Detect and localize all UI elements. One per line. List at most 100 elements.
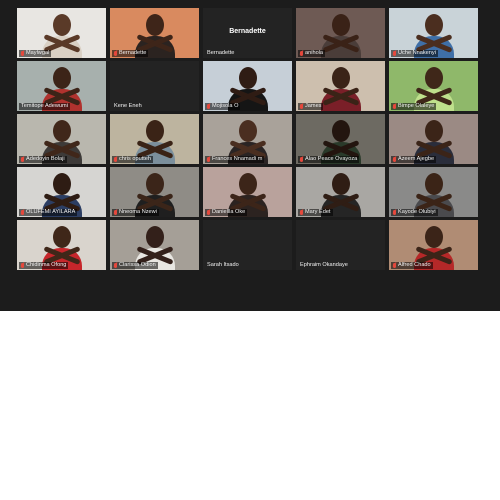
participant-tile-adedoyin-bolaji[interactable]: Adedoyin Bolaji	[17, 114, 106, 164]
participant-tile-chidinma-ofong[interactable]: Chidinma Ofong	[17, 220, 106, 270]
participant-name-tag: Alao Peace Ovayoza	[298, 156, 360, 163]
participant-name-tag: Bernadette	[205, 50, 236, 57]
crossed-arms-gesture	[39, 246, 85, 265]
participant-name-tag: Clarissa Odion	[112, 262, 158, 269]
muted-mic-icon	[114, 263, 117, 268]
participant-tile-bernadette[interactable]: Bernadette Bernadette	[203, 8, 292, 58]
participant-name: anihola	[305, 50, 324, 56]
crossed-arms-gesture	[411, 34, 457, 53]
participant-tile-mojisola-o[interactable]: Mojisola O	[203, 61, 292, 111]
crossed-arms-gesture	[132, 193, 178, 212]
participant-name-tag: OLUFEMI AYILARA	[19, 209, 78, 216]
muted-mic-icon	[393, 51, 396, 56]
muted-mic-icon	[21, 51, 24, 56]
crossed-arms-gesture	[318, 34, 364, 53]
muted-mic-icon	[114, 157, 117, 162]
crossed-arms-gesture	[318, 193, 364, 212]
participant-tile-bernadette[interactable]: Bernadette	[110, 8, 199, 58]
muted-mic-icon	[300, 104, 303, 109]
muted-mic-icon	[300, 157, 303, 162]
participant-name-tag: Bernadette	[112, 50, 149, 57]
participant-tile-bimpe-olaleye[interactable]: Bimpe Olaleye	[389, 61, 478, 111]
muted-mic-icon	[21, 263, 24, 268]
participant-name: Temitope Adewumi	[21, 103, 68, 109]
muted-mic-icon	[21, 210, 24, 215]
crossed-arms-gesture	[39, 87, 85, 106]
meeting-window: Maylwgal Bernadette Bernadette Bernadette an…	[0, 0, 500, 311]
participant-tile-mary-edet[interactable]: Mary Edet	[296, 167, 385, 217]
crossed-arms-gesture	[225, 140, 271, 159]
crossed-arms-gesture	[132, 246, 178, 265]
participant-name: Adedoyin Bolaji	[26, 156, 65, 162]
muted-mic-icon	[207, 104, 210, 109]
participant-name: Nneoma Nzewi	[119, 209, 157, 215]
participant-tile-sarah-itsado[interactable]: Sarah Itsado	[203, 220, 292, 270]
participant-center-name: Bernadette	[229, 28, 266, 35]
participant-name: Ephraim Okandaye	[300, 262, 348, 268]
participant-name-tag: Temitope Adewumi	[19, 103, 70, 110]
participant-name: Uche Nnakenyi	[398, 50, 436, 56]
participant-name: Frances Nnamadi m	[212, 156, 263, 162]
muted-mic-icon	[300, 51, 303, 56]
crossed-arms-gesture	[411, 193, 457, 212]
participant-tile-alao-peace-ovayoza[interactable]: Alao Peace Ovayoza	[296, 114, 385, 164]
gallery-view: Maylwgal Bernadette Bernadette Bernadette an…	[17, 8, 478, 270]
crossed-arms-gesture	[39, 140, 85, 159]
muted-mic-icon	[393, 263, 396, 268]
participant-tile-nneoma-nzewi[interactable]: Nneoma Nzewi	[110, 167, 199, 217]
participant-name: Bernadette	[119, 50, 147, 56]
participant-tile-maylwgal[interactable]: Maylwgal	[17, 8, 106, 58]
participant-name-tag: Ephraim Okandaye	[298, 262, 350, 269]
participant-name-tag: Maylwgal	[19, 50, 52, 57]
crossed-arms-gesture	[132, 140, 178, 159]
participant-name-tag: Sarah Itsado	[205, 262, 241, 269]
crossed-arms-gesture	[39, 193, 85, 212]
participant-name: Alao Peace Ovayoza	[305, 156, 358, 162]
participant-name: chris oputteh	[119, 156, 152, 162]
muted-mic-icon	[114, 51, 117, 56]
participant-name-tag: chris oputteh	[112, 156, 154, 163]
participant-name: Kene Eneh	[114, 103, 142, 109]
crossed-arms-gesture	[132, 34, 178, 53]
participant-name-tag: Alfred Chado	[391, 262, 433, 269]
participant-name-tag: Kayode Olubiyi	[391, 209, 438, 216]
participant-tile-frances-nnamadi-m[interactable]: Frances Nnamadi m	[203, 114, 292, 164]
participant-name-tag: Azeem Ajegbe	[391, 156, 437, 163]
participant-name-tag: Frances Nnamadi m	[205, 156, 265, 163]
participant-name: Sarah Itsado	[207, 262, 239, 268]
participant-name: Bimpe Olaleye	[398, 103, 435, 109]
participant-name-tag: Mary Edet	[298, 209, 333, 216]
participant-name-tag: Bimpe Olaleye	[391, 103, 437, 110]
participant-name-tag: Uche Nnakenyi	[391, 50, 438, 57]
crossed-arms-gesture	[39, 34, 85, 53]
participant-tile-temitope-adewumi[interactable]: Temitope Adewumi	[17, 61, 106, 111]
participant-tile-james[interactable]: James	[296, 61, 385, 111]
participant-name-tag: Daniellla Oke	[205, 209, 248, 216]
participant-tile-uche-nnakenyi[interactable]: Uche Nnakenyi	[389, 8, 478, 58]
participant-tile-kayode-olubiyi[interactable]: Kayode Olubiyi	[389, 167, 478, 217]
participant-name: Bernadette	[207, 50, 235, 56]
participant-tile-chris-oputteh[interactable]: chris oputteh	[110, 114, 199, 164]
participant-name: James	[305, 103, 322, 109]
participant-name: Maylwgal	[26, 50, 50, 56]
participant-tile-kene-eneh[interactable]: Kene Eneh	[110, 61, 199, 111]
participant-tile-daniellla-oke[interactable]: Daniellla Oke	[203, 167, 292, 217]
crossed-arms-gesture	[411, 87, 457, 106]
participant-name: Alfred Chado	[398, 262, 431, 268]
crossed-arms-gesture	[318, 87, 364, 106]
participant-tile-anihola[interactable]: anihola	[296, 8, 385, 58]
crossed-arms-gesture	[225, 193, 271, 212]
participant-tile-ephraim-okandaye[interactable]: Ephraim Okandaye	[296, 220, 385, 270]
muted-mic-icon	[21, 157, 24, 162]
participant-name-tag: Mojisola O	[205, 103, 241, 110]
participant-tile-azeem-ajegbe[interactable]: Azeem Ajegbe	[389, 114, 478, 164]
muted-mic-icon	[300, 210, 303, 215]
muted-mic-icon	[393, 104, 396, 109]
muted-mic-icon	[207, 210, 210, 215]
participant-tile-alfred-chado[interactable]: Alfred Chado	[389, 220, 478, 270]
crossed-arms-gesture	[318, 140, 364, 159]
participant-tile-clarissa-odion[interactable]: Clarissa Odion	[110, 220, 199, 270]
participant-name: Azeem Ajegbe	[398, 156, 435, 162]
muted-mic-icon	[393, 157, 396, 162]
participant-tile-olufemi-ayilara[interactable]: OLUFEMI AYILARA	[17, 167, 106, 217]
